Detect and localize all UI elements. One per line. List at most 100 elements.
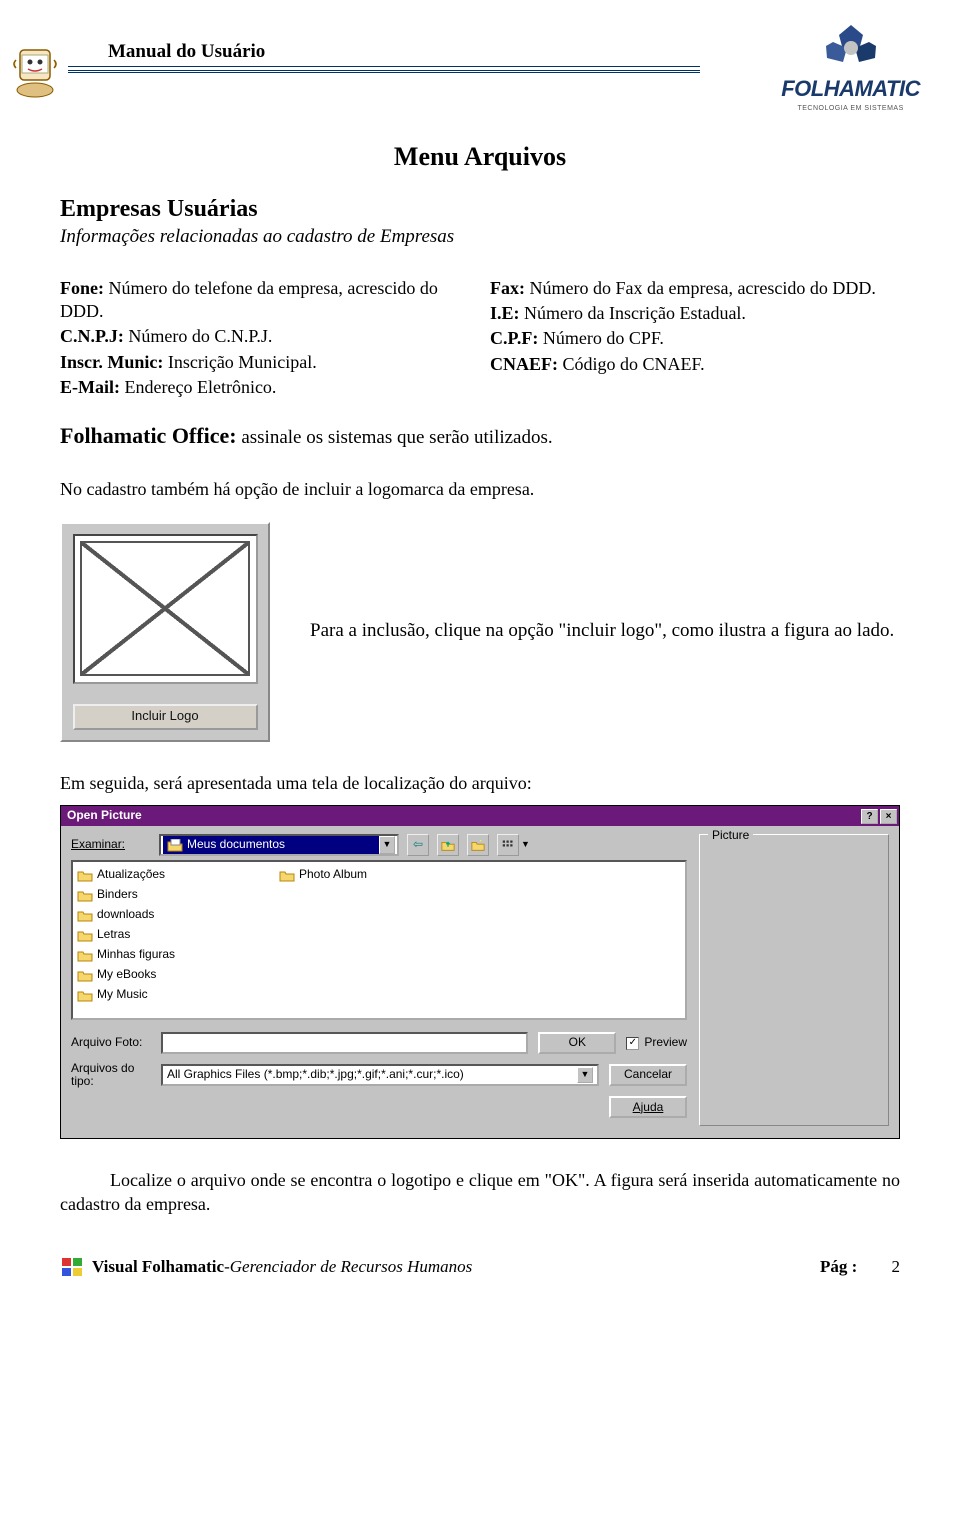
section-title: Empresas Usuárias bbox=[60, 194, 900, 225]
field-desc: Número do Fax da empresa, acrescido do D… bbox=[525, 278, 876, 298]
logo-placeholder bbox=[73, 534, 258, 684]
fields-right-col: Fax: Número do Fax da empresa, acrescido… bbox=[490, 275, 900, 402]
logo-example-block: Incluir Logo Para a inclusão, clique na … bbox=[60, 522, 900, 742]
picture-group-label: Picture bbox=[708, 828, 753, 844]
field-line: C.P.F: Número do CPF. bbox=[490, 327, 900, 350]
field-line: Inscr. Munic: Inscrição Municipal. bbox=[60, 351, 470, 374]
examine-row: Examinar: Meus documentos ▼ ⇦ bbox=[71, 834, 687, 856]
header-rule bbox=[68, 70, 700, 74]
list-item[interactable]: My Music bbox=[77, 986, 277, 1004]
open-picture-dialog: Open Picture ? × Examinar: Meus document… bbox=[60, 805, 900, 1139]
folder-name: My eBooks bbox=[97, 967, 156, 983]
field-line: I.E: Número da Inscrição Estadual. bbox=[490, 302, 900, 325]
page-footer: Visual Folhamatic - Gerenciador de Recur… bbox=[60, 1256, 900, 1278]
field-line: Fax: Número do Fax da empresa, acrescido… bbox=[490, 277, 900, 300]
folder-open-icon bbox=[167, 839, 183, 852]
fields-left-col: Fone: Número do telefone da empresa, acr… bbox=[60, 275, 470, 402]
list-item[interactable]: Letras bbox=[77, 926, 277, 944]
page-number: 2 bbox=[892, 1257, 901, 1276]
page-label: Pág : bbox=[820, 1257, 857, 1276]
folhamatic-office-line: Folhamatic Office: assinale os sistemas … bbox=[60, 422, 900, 451]
field-label: C.P.F: bbox=[490, 328, 538, 348]
field-desc: Código do CNAEF. bbox=[558, 354, 705, 374]
arquivos-tipo-dropdown[interactable]: All Graphics Files (*.bmp;*.dib;*.jpg;*.… bbox=[161, 1064, 599, 1086]
footer-product: Visual Folhamatic bbox=[92, 1256, 224, 1278]
field-line: C.N.P.J: Número do C.N.P.J. bbox=[60, 325, 470, 348]
field-label: Fone: bbox=[60, 278, 104, 298]
field-label: Fax: bbox=[490, 278, 525, 298]
examine-dropdown[interactable]: Meus documentos ▼ bbox=[159, 834, 399, 856]
arquivo-foto-input[interactable] bbox=[161, 1032, 528, 1054]
paragraph: Localize o arquivo onde se encontra o lo… bbox=[60, 1169, 900, 1216]
field-desc: Endereço Eletrônico. bbox=[120, 377, 276, 397]
preview-label: Preview bbox=[644, 1035, 687, 1051]
arquivos-tipo-label: Arquivos do tipo: bbox=[71, 1062, 151, 1088]
back-icon[interactable]: ⇦ bbox=[407, 834, 429, 856]
folder-name: My Music bbox=[97, 987, 148, 1003]
field-line: E-Mail: Endereço Eletrônico. bbox=[60, 376, 470, 399]
folder-name: Binders bbox=[97, 887, 138, 903]
list-item[interactable]: Binders bbox=[77, 886, 277, 904]
dialog-title-text: Open Picture bbox=[67, 808, 142, 824]
chevron-down-icon[interactable]: ▼ bbox=[521, 839, 530, 851]
picture-preview-group: Picture bbox=[699, 834, 889, 1126]
field-desc: Número do CPF. bbox=[538, 328, 664, 348]
incluir-logo-button[interactable]: Incluir Logo bbox=[73, 704, 258, 730]
list-item[interactable]: Minhas figuras bbox=[77, 946, 277, 964]
field-desc: Número do telefone da empresa, acrescido… bbox=[60, 278, 438, 321]
logo-caption: Para a inclusão, clique na opção "inclui… bbox=[310, 619, 900, 644]
paragraph: No cadastro também há opção de incluir a… bbox=[60, 478, 900, 501]
arquivos-tipo-value: All Graphics Files (*.bmp;*.dib;*.jpg;*.… bbox=[167, 1067, 577, 1083]
footer-subtitle: Gerenciador de Recursos Humanos bbox=[230, 1256, 473, 1278]
folder-name: Letras bbox=[97, 927, 130, 943]
field-desc: Inscrição Municipal. bbox=[163, 352, 316, 372]
folder-name: Photo Album bbox=[299, 867, 367, 883]
folder-name: downloads bbox=[97, 907, 154, 923]
field-line: CNAEF: Código do CNAEF. bbox=[490, 353, 900, 376]
field-label: I.E: bbox=[490, 303, 520, 323]
field-columns: Fone: Número do telefone da empresa, acr… bbox=[60, 275, 900, 402]
header-rule bbox=[68, 66, 700, 67]
new-folder-icon[interactable] bbox=[467, 834, 489, 856]
file-list[interactable]: Atualizações Binders downloads Letras Mi… bbox=[71, 860, 687, 1020]
list-item[interactable]: Photo Album bbox=[279, 866, 479, 884]
examine-label: Examinar: bbox=[71, 837, 151, 853]
paragraph: Em seguida, será apresentada uma tela de… bbox=[60, 772, 900, 795]
folder-name: Minhas figuras bbox=[97, 947, 175, 963]
folhamatic-office-label: Folhamatic Office: bbox=[60, 423, 237, 448]
manual-title: Manual do Usuário bbox=[108, 40, 265, 65]
chevron-down-icon[interactable]: ▼ bbox=[379, 836, 395, 854]
up-folder-icon[interactable] bbox=[437, 834, 459, 856]
mascot-icon bbox=[10, 40, 65, 100]
menu-title: Menu Arquivos bbox=[60, 140, 900, 174]
folhamatic-office-desc: assinale os sistemas que serão utilizado… bbox=[237, 427, 553, 448]
list-item[interactable]: downloads bbox=[77, 906, 277, 924]
windows-logo-icon bbox=[60, 1256, 86, 1278]
logo-panel: Incluir Logo bbox=[60, 522, 270, 742]
brand-logo: FOLHAMATIC TECNOLOGIA EM SISTEMAS bbox=[781, 20, 920, 113]
examine-value: Meus documentos bbox=[187, 837, 285, 853]
field-line: Fone: Número do telefone da empresa, acr… bbox=[60, 277, 470, 324]
checkbox-icon[interactable]: ✓ bbox=[626, 1037, 639, 1050]
list-view-icon[interactable] bbox=[497, 834, 519, 856]
list-item[interactable]: My eBooks bbox=[77, 966, 277, 984]
brand-tagline: TECNOLOGIA EM SISTEMAS bbox=[781, 104, 920, 113]
help-button[interactable]: Ajuda bbox=[609, 1096, 687, 1118]
chevron-down-icon[interactable]: ▼ bbox=[577, 1067, 593, 1083]
cancel-button[interactable]: Cancelar bbox=[609, 1064, 687, 1086]
folder-name: Atualizações bbox=[97, 867, 165, 883]
field-desc: Número do C.N.P.J. bbox=[124, 326, 273, 346]
section-subtitle: Informações relacionadas ao cadastro de … bbox=[60, 225, 900, 250]
field-label: Inscr. Munic: bbox=[60, 352, 163, 372]
field-label: C.N.P.J: bbox=[60, 326, 124, 346]
field-desc: Número da Inscrição Estadual. bbox=[520, 303, 746, 323]
close-button[interactable]: × bbox=[880, 809, 897, 824]
preview-checkbox[interactable]: ✓ Preview bbox=[626, 1035, 687, 1051]
help-button[interactable]: ? bbox=[861, 809, 878, 824]
list-item[interactable]: Atualizações bbox=[77, 866, 277, 884]
field-label: E-Mail: bbox=[60, 377, 120, 397]
arquivo-foto-label: Arquivo Foto: bbox=[71, 1035, 151, 1051]
ok-button[interactable]: OK bbox=[538, 1032, 616, 1054]
page-header: Manual do Usuário FOLHAMATIC TECNOLOGIA … bbox=[60, 30, 900, 110]
brand-name: FOLHAMATIC bbox=[781, 75, 920, 104]
